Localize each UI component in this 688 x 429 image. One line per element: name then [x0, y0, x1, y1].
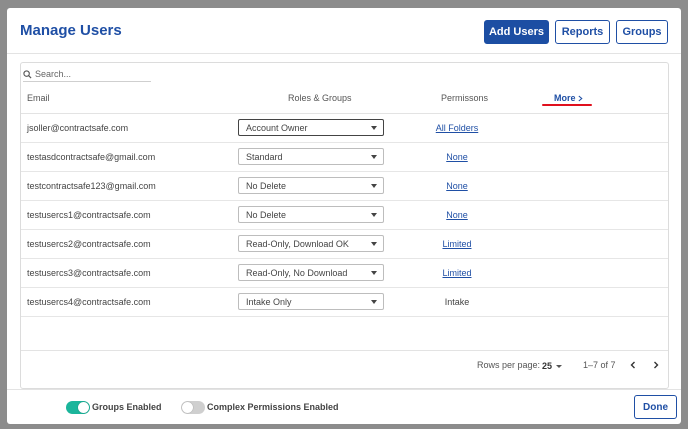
role-select[interactable]: Read-Only, Download OK [238, 235, 384, 252]
done-button[interactable]: Done [634, 395, 677, 419]
search-box [23, 67, 151, 82]
search-icon [23, 69, 32, 79]
complex-permissions-toggle[interactable] [181, 401, 205, 414]
table-row: testcontractsafe123@gmail.com No Delete … [21, 172, 668, 201]
reports-button[interactable]: Reports [555, 20, 610, 44]
user-email: testusercs1@contractsafe.com [27, 210, 151, 220]
dropdown-caret-icon [371, 155, 377, 159]
next-page-button[interactable] [653, 360, 659, 372]
dropdown-caret-icon [371, 242, 377, 246]
more-label: More [554, 93, 576, 103]
chevron-right-icon [654, 361, 659, 369]
user-email: testusercs2@contractsafe.com [27, 239, 151, 249]
users-table-card: Email Roles & Groups Permissons More jso… [20, 62, 669, 389]
dropdown-caret-icon [371, 184, 377, 188]
toggle-knob [182, 402, 193, 413]
role-select[interactable]: Account Owner [238, 119, 384, 136]
add-users-button[interactable]: Add Users [484, 20, 549, 44]
dropdown-caret-icon [371, 213, 377, 217]
user-email: testasdcontractsafe@gmail.com [27, 152, 156, 162]
column-header-email: Email [27, 93, 50, 103]
role-select-value: No Delete [246, 209, 287, 220]
table-row: testasdcontractsafe@gmail.com Standard N… [21, 143, 668, 172]
permission-link[interactable]: Limited [417, 268, 497, 278]
table-row: jsoller@contractsafe.com Account Owner A… [21, 114, 668, 143]
user-email: testusercs4@contractsafe.com [27, 297, 151, 307]
permission-link[interactable]: None [417, 152, 497, 162]
rows-per-page-caret-icon[interactable] [556, 365, 562, 368]
role-select-value: Read-Only, No Download [246, 267, 348, 278]
role-select-value: Read-Only, Download OK [246, 238, 349, 249]
role-select-value: No Delete [246, 180, 287, 191]
dropdown-caret-icon [371, 126, 377, 130]
user-email: jsoller@contractsafe.com [27, 123, 129, 133]
manage-users-modal: Manage Users Add Users Reports Groups Em… [7, 8, 681, 424]
toggle-knob [78, 402, 89, 413]
table-row: testusercs2@contractsafe.com Read-Only, … [21, 230, 668, 259]
permission-text: Intake [444, 297, 470, 307]
modal-footer: Groups Enabled Complex Permissions Enabl… [7, 389, 681, 424]
role-select[interactable]: Intake Only [238, 293, 384, 310]
more-highlight-underline [542, 104, 592, 106]
table-row: testusercs3@contractsafe.com Read-Only, … [21, 259, 668, 288]
permission-link[interactable]: None [417, 181, 497, 191]
user-email: testusercs3@contractsafe.com [27, 268, 151, 278]
previous-page-button[interactable] [630, 360, 636, 372]
groups-button[interactable]: Groups [616, 20, 668, 44]
role-select-value: Intake Only [246, 296, 292, 307]
permission-link[interactable]: All Folders [417, 123, 497, 133]
role-select-value: Account Owner [246, 122, 308, 133]
page-title: Manage Users [20, 22, 122, 39]
table-row: testusercs1@contractsafe.com No Delete N… [21, 201, 668, 230]
role-select[interactable]: No Delete [238, 206, 384, 223]
role-select[interactable]: Standard [238, 148, 384, 165]
role-select-value: Standard [246, 151, 283, 162]
permission-link[interactable]: None [417, 210, 497, 220]
dropdown-caret-icon [371, 300, 377, 304]
role-select[interactable]: Read-Only, No Download [238, 264, 384, 281]
column-header-permissions: Permissons [441, 93, 489, 103]
pagination-divider [21, 350, 668, 351]
search-input[interactable] [35, 69, 145, 79]
table-row: testusercs4@contractsafe.com Intake Only… [21, 288, 668, 317]
user-email: testcontractsafe123@gmail.com [27, 181, 156, 191]
permission-link[interactable]: Limited [417, 239, 497, 249]
groups-enabled-toggle[interactable] [66, 401, 90, 414]
more-columns-button[interactable]: More [554, 93, 583, 103]
role-select[interactable]: No Delete [238, 177, 384, 194]
pagination-range: 1–7 of 7 [583, 360, 616, 370]
dropdown-caret-icon [371, 271, 377, 275]
groups-enabled-label: Groups Enabled [92, 402, 162, 412]
rows-per-page-label: Rows per page: [477, 360, 541, 370]
chevron-right-icon [577, 95, 583, 101]
modal-header: Manage Users Add Users Reports Groups [7, 8, 681, 54]
rows-per-page-select[interactable]: 25 [542, 361, 552, 371]
complex-permissions-label: Complex Permissions Enabled [207, 402, 339, 412]
column-header-roles: Roles & Groups [288, 93, 352, 103]
chevron-left-icon [630, 361, 635, 369]
